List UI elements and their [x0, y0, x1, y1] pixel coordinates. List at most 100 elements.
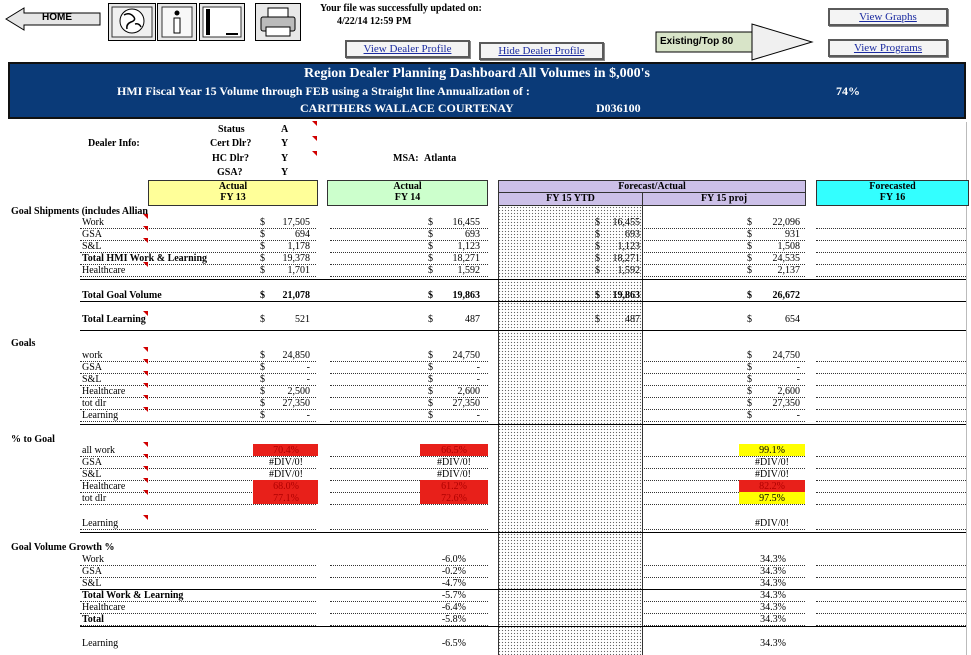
- col-header-fy15proj-label: FY 15 proj: [700, 193, 748, 204]
- existing-top80-arrow[interactable]: Existing/Top 80: [654, 22, 814, 62]
- shipment-fy13-value: 1,178: [287, 241, 311, 252]
- banner-dealer-code: D036100: [596, 101, 641, 115]
- banner-subtitle: HMI Fiscal Year 15 Volume through FEB us…: [117, 84, 530, 98]
- row-divider: [80, 590, 316, 602]
- growth-fy14-value: -6.0%: [441, 554, 466, 565]
- globe-button[interactable]: [108, 3, 156, 41]
- info-icon: [161, 6, 193, 38]
- update-status-line2: 4/22/14 12:59 PM: [337, 16, 412, 27]
- print-button[interactable]: [255, 3, 301, 41]
- row-divider: [816, 566, 966, 578]
- comment-marker[interactable]: [143, 262, 148, 267]
- dealer-info-label: Dealer Info:: [88, 138, 140, 149]
- goal-proj-value: 24,750: [772, 350, 801, 361]
- goal-fy13-value: 27,350: [282, 398, 311, 409]
- goal-fy13-value: 24,850: [282, 350, 311, 361]
- goal-fy13-value: 2,500: [287, 386, 311, 397]
- pct-proj-value: 99.1%: [759, 445, 785, 456]
- section-goal-shipments: Goal Shipments (includes Allian: [11, 206, 148, 217]
- view-programs-button[interactable]: View Programs: [828, 39, 948, 57]
- shipment-ytd-value: 18,271: [612, 253, 641, 264]
- comment-marker[interactable]: [312, 121, 317, 126]
- row-divider: [816, 265, 966, 277]
- row-divider: [80, 554, 316, 566]
- comment-marker[interactable]: [143, 214, 148, 219]
- printer-icon: [260, 7, 296, 37]
- view-graphs-button[interactable]: View Graphs: [828, 8, 948, 26]
- total-learning-value: 487: [465, 314, 480, 325]
- row-divider: [330, 518, 488, 530]
- col-header-fy13-line2: FY 13: [220, 192, 246, 203]
- shipment-proj-value: 1,508: [777, 241, 801, 252]
- existing-top80-label: Existing/Top 80: [660, 36, 734, 47]
- row-divider: [816, 410, 966, 422]
- goal-proj-value: -: [796, 410, 800, 421]
- col-header-fy15proj: FY 15 proj: [642, 192, 806, 206]
- growth-fy14-value: -4.7%: [441, 578, 466, 589]
- row-divider: [816, 229, 966, 241]
- comment-marker[interactable]: [312, 151, 317, 156]
- goal-fy14-value: -: [476, 362, 480, 373]
- col-header-fy14-line1: Actual: [393, 181, 422, 192]
- row-divider: [80, 602, 316, 614]
- hide-dealer-profile-button[interactable]: Hide Dealer Profile: [479, 42, 604, 60]
- total-goal-volume-value: 21,078: [282, 290, 311, 301]
- shipment-fy13-value: 694: [295, 229, 310, 240]
- shipment-proj-value: 931: [785, 229, 800, 240]
- notes-icon: [202, 6, 242, 38]
- goal-proj-value: 2,600: [777, 386, 801, 397]
- comment-marker[interactable]: [143, 311, 148, 316]
- comment-marker[interactable]: [143, 226, 148, 231]
- section-rule: [80, 589, 966, 590]
- shipment-ytd-value: 693: [625, 229, 640, 240]
- row-divider: [816, 457, 966, 469]
- row-divider: [816, 481, 966, 493]
- growth-learning-fy14-value: -6.5%: [441, 638, 466, 649]
- dashboard-banner: Region Dealer Planning Dashboard All Vol…: [8, 62, 966, 119]
- notes-button[interactable]: [199, 3, 245, 41]
- total-learning-value: 487: [625, 314, 640, 325]
- goal-fy14-value: -: [476, 374, 480, 385]
- total-learning-value: 654: [785, 314, 800, 325]
- comment-marker[interactable]: [312, 136, 317, 141]
- pct-proj-value: 97.5%: [759, 493, 785, 504]
- growth-proj-value: 34.3%: [760, 554, 786, 565]
- row-divider: [816, 350, 966, 362]
- row-divider: [816, 602, 966, 614]
- shipment-fy14-value: 1,592: [457, 265, 481, 276]
- total-goal-volume-value: 19,863: [452, 290, 481, 301]
- total-goal-volume-value: 19,863: [612, 290, 641, 301]
- row-divider: [816, 241, 966, 253]
- row-divider: [816, 614, 966, 626]
- shipment-fy13-value: 19,378: [282, 253, 311, 264]
- col-header-fy16: Forecasted FY 16: [816, 180, 969, 206]
- section-rule: [80, 424, 966, 425]
- home-button[interactable]: HOME: [4, 6, 104, 32]
- row-divider: [816, 554, 966, 566]
- pct-fy13-value: 68.0%: [273, 481, 299, 492]
- status-label: Status: [218, 124, 245, 135]
- shipment-ytd-value: 1,123: [617, 241, 641, 252]
- growth-proj-value: 34.3%: [760, 602, 786, 613]
- view-dealer-profile-button[interactable]: View Dealer Profile: [345, 40, 470, 58]
- shipment-ytd-value: 1,592: [617, 265, 641, 276]
- section-rule: [80, 301, 966, 302]
- goal-fy14-value: -: [476, 410, 480, 421]
- col-header-fy13-line1: Actual: [218, 181, 248, 192]
- comment-marker[interactable]: [143, 238, 148, 243]
- goal-proj-value: -: [796, 362, 800, 373]
- info-button[interactable]: [157, 3, 197, 41]
- goal-fy13-value: -: [306, 374, 310, 385]
- row-divider: [816, 362, 966, 374]
- growth-fy14-value: -0.2%: [441, 566, 466, 577]
- shipment-proj-value: 2,137: [777, 265, 801, 276]
- section-goal-volume-growth: Goal Volume Growth %: [11, 542, 115, 553]
- cert-dlr-value: Y: [281, 138, 289, 149]
- row-divider: [80, 614, 316, 626]
- shipment-proj-value: 22,096: [772, 217, 801, 228]
- goal-fy14-value: 27,350: [452, 398, 481, 409]
- row-divider: [80, 566, 316, 578]
- cert-dlr-label: Cert Dlr?: [210, 138, 252, 149]
- col-header-fy14: Actual FY 14: [327, 180, 488, 206]
- growth-proj-value: 34.3%: [760, 566, 786, 577]
